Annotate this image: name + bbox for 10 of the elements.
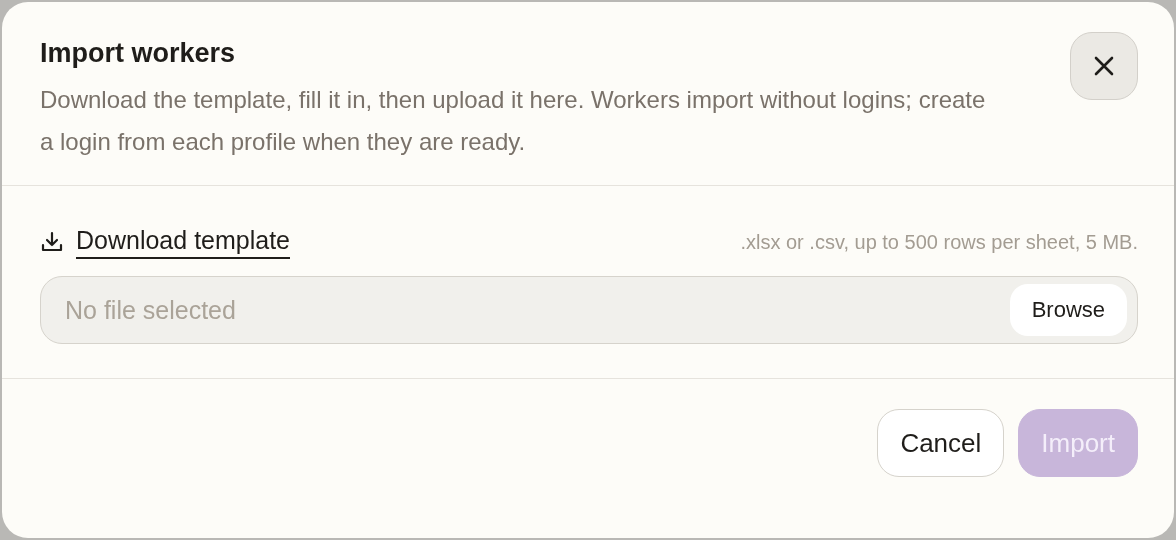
file-field[interactable]: No file selected Browse bbox=[40, 276, 1138, 344]
file-hint: .xlsx or .csv, up to 500 rows per sheet, 5 MB. bbox=[740, 230, 1138, 254]
download-icon bbox=[40, 230, 64, 254]
download-template-link[interactable]: Download template bbox=[76, 225, 290, 259]
close-icon bbox=[1092, 54, 1116, 78]
browse-button[interactable]: Browse bbox=[1009, 284, 1127, 336]
close-button[interactable] bbox=[1070, 32, 1138, 100]
cancel-button[interactable]: Cancel bbox=[877, 409, 1005, 477]
dialog-description: Download the template, fill it in, then upload it here. Workers import without logins; create a login from each profile when they are ready. bbox=[40, 85, 987, 157]
dialog-title: Import workers bbox=[40, 38, 237, 69]
